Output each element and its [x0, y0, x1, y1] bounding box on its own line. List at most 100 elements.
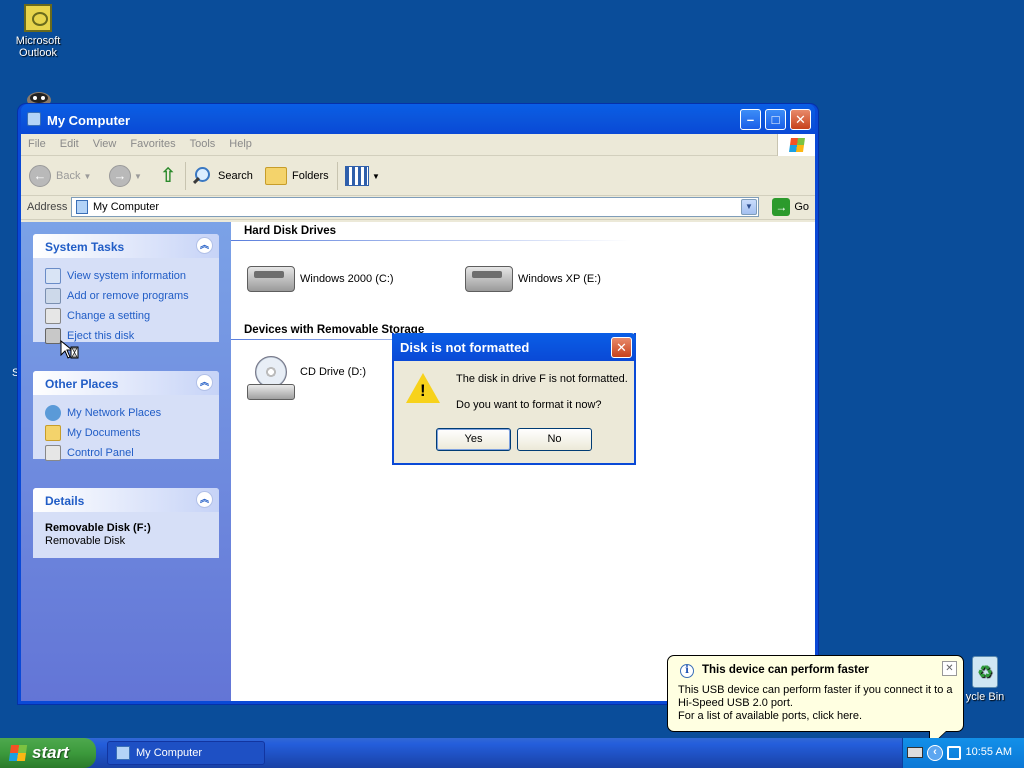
control-panel-icon	[45, 308, 61, 324]
other-places-panel: Other Places ︽ My Network Places My Docu…	[33, 371, 219, 461]
place-label: My Network Places	[67, 407, 162, 419]
taskbar-button-my-computer[interactable]: My Computer	[107, 741, 265, 765]
address-label: Address	[27, 201, 68, 213]
balloon-close-button[interactable]: ✕	[942, 661, 957, 676]
back-arrow-icon: ←	[29, 165, 51, 187]
cursor-icon	[60, 340, 79, 359]
task-pane: System Tasks ︽ View system information A…	[21, 222, 231, 701]
details-name: Removable Disk (F:)	[45, 522, 151, 534]
system-tray: ‹ 10:55 AM	[902, 738, 1024, 768]
window-titlebar[interactable]: My Computer – □ ✕	[21, 104, 815, 134]
address-dropdown-button[interactable]: ▼	[741, 199, 757, 215]
menu-file[interactable]: File	[21, 134, 53, 154]
folders-label: Folders	[292, 170, 329, 182]
panel-body: View system information Add or remove pr…	[33, 258, 219, 352]
menu-tools[interactable]: Tools	[183, 134, 223, 154]
folders-button[interactable]: Folders	[265, 164, 329, 188]
dialog-close-button[interactable]: ✕	[611, 337, 632, 358]
cd-drive-icon	[247, 356, 295, 402]
search-label: Search	[218, 170, 253, 182]
system-tasks-header[interactable]: System Tasks ︽	[33, 234, 219, 258]
search-icon	[191, 165, 213, 187]
maximize-button[interactable]: □	[765, 109, 786, 130]
menu-edit[interactable]: Edit	[53, 134, 86, 154]
other-places-header[interactable]: Other Places ︽	[33, 371, 219, 395]
go-button[interactable]: → Go	[772, 198, 809, 216]
back-button[interactable]: ← Back ▼	[29, 164, 91, 188]
yes-button[interactable]: Yes	[436, 428, 511, 451]
desktop-icon-outlook[interactable]: Microsoft Outlook	[8, 4, 68, 59]
address-input[interactable]: My Computer ▼	[71, 197, 759, 217]
add-remove-programs-icon	[45, 288, 61, 304]
windows-logo-icon	[777, 134, 815, 156]
task-label: Change a setting	[67, 310, 151, 322]
drive-cd-d[interactable]: CD Drive (D:)	[247, 356, 366, 402]
system-tasks-panel: System Tasks ︽ View system information A…	[33, 234, 219, 344]
hard-drive-icon	[465, 266, 513, 292]
collapse-icon[interactable]: ︽	[196, 237, 213, 254]
my-computer-icon	[116, 746, 130, 760]
details-header[interactable]: Details ︽	[33, 488, 219, 512]
warning-icon	[406, 373, 440, 403]
forward-button[interactable]: → ▼	[109, 164, 142, 188]
menu-help[interactable]: Help	[222, 134, 259, 154]
task-view-system-information[interactable]: View system information	[45, 266, 207, 286]
taskbar: start My Computer ‹ 10:55 AM	[0, 738, 1024, 768]
windows-logo-icon	[8, 745, 28, 761]
dialog-title: Disk is not formatted	[400, 340, 530, 355]
chevron-down-icon: ▼	[372, 171, 380, 181]
desktop-icon-label: Microsoft Outlook	[15, 35, 61, 59]
place-my-documents[interactable]: My Documents	[45, 423, 207, 443]
drive-windows-2000-c[interactable]: Windows 2000 (C:)	[247, 266, 394, 292]
collapse-icon[interactable]: ︽	[196, 374, 213, 391]
my-computer-icon	[76, 200, 88, 214]
task-add-remove-programs[interactable]: Add or remove programs	[45, 286, 207, 306]
place-my-network-places[interactable]: My Network Places	[45, 403, 207, 423]
address-value: My Computer	[93, 201, 160, 213]
go-arrow-icon: →	[772, 198, 791, 216]
dialog-titlebar[interactable]: Disk is not formatted ✕	[392, 333, 636, 361]
forward-arrow-icon: →	[109, 165, 131, 187]
chevron-down-icon: ▼	[134, 171, 142, 181]
back-label: Back	[56, 170, 81, 182]
drive-label: CD Drive (D:)	[300, 366, 366, 378]
panel-body: My Network Places My Documents Control P…	[33, 395, 219, 469]
toolbar-divider	[185, 162, 186, 190]
details-type: Removable Disk	[45, 535, 126, 547]
hard-drive-icon	[247, 266, 295, 292]
menu-view[interactable]: View	[86, 134, 124, 154]
balloon-title: This device can perform faster	[702, 664, 869, 676]
info-icon: i	[680, 664, 694, 678]
views-icon	[345, 166, 369, 186]
address-bar: Address My Computer ▼ → Go	[21, 196, 815, 220]
task-label: View system information	[67, 270, 187, 282]
up-button[interactable]: ⇧	[157, 164, 179, 188]
place-label: Control Panel	[67, 447, 134, 459]
my-documents-icon	[45, 425, 61, 441]
usb-notification-balloon[interactable]: i This device can perform faster ✕ This …	[667, 655, 964, 748]
close-button[interactable]: ✕	[790, 109, 811, 130]
start-button[interactable]: start	[0, 738, 96, 768]
recycle-bin-icon	[972, 656, 998, 688]
balloon-link[interactable]: For a list of available ports, click her…	[678, 710, 958, 723]
group-header-hard-disk-drives: Hard Disk Drives	[244, 225, 337, 237]
minimize-button[interactable]: –	[740, 109, 761, 130]
system-info-icon	[45, 268, 61, 284]
search-button[interactable]: Search	[191, 164, 253, 188]
drive-label: Windows 2000 (C:)	[300, 273, 394, 285]
show-hidden-icons-button[interactable]: ‹	[927, 745, 943, 761]
collapse-icon[interactable]: ︽	[196, 491, 213, 508]
no-button[interactable]: No	[517, 428, 592, 451]
views-button[interactable]: ▼	[345, 164, 380, 188]
up-folder-icon: ⇧	[159, 165, 177, 187]
control-panel-icon	[45, 445, 61, 461]
menu-favorites[interactable]: Favorites	[123, 134, 182, 154]
keyboard-icon[interactable]	[907, 747, 923, 758]
clock[interactable]: 10:55 AM	[966, 746, 1012, 758]
panel-body: Removable Disk (F:) Removable Disk	[33, 512, 219, 553]
task-change-setting[interactable]: Change a setting	[45, 306, 207, 326]
drive-windows-xp-e[interactable]: Windows XP (E:)	[465, 266, 601, 292]
chevron-down-icon: ▼	[83, 171, 92, 181]
usb-device-icon[interactable]	[947, 746, 961, 760]
place-control-panel[interactable]: Control Panel	[45, 443, 207, 463]
